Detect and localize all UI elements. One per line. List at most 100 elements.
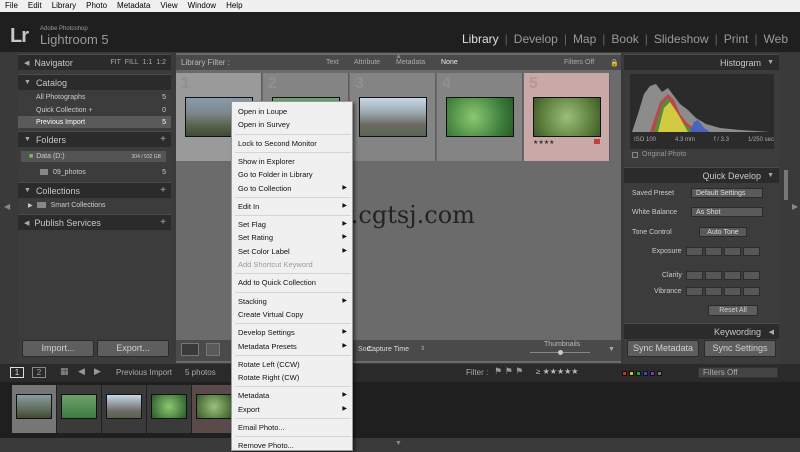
- filmstrip-filter-select[interactable]: Filters Off: [698, 367, 778, 378]
- monitor-1-button[interactable]: 1: [10, 367, 24, 378]
- grid-cell-rejected[interactable]: 5 ★★★★: [524, 73, 610, 161]
- filmstrip-thumbnail[interactable]: [16, 394, 52, 419]
- exposure-increase-large[interactable]: [743, 246, 760, 256]
- saved-preset-select[interactable]: Default Settings: [691, 188, 763, 198]
- monitor-2-button[interactable]: 2: [32, 367, 46, 378]
- filter-text[interactable]: Text: [326, 59, 339, 66]
- quick-develop-header[interactable]: Quick Develop ▼: [624, 167, 779, 183]
- catalog-item-quick-collection[interactable]: Quick Collection +0: [18, 104, 171, 116]
- histogram-header[interactable]: Histogram ▼: [624, 54, 779, 70]
- zoom-1-1[interactable]: 1:1: [143, 59, 153, 66]
- auto-tone-button[interactable]: Auto Tone: [699, 227, 747, 237]
- photo-thumbnail[interactable]: [446, 97, 514, 137]
- zoom-fill[interactable]: FILL: [125, 59, 139, 66]
- menu-item-open-in-survey[interactable]: Open in Survey: [232, 118, 354, 131]
- chevron-updown-icon[interactable]: ⇕: [420, 345, 425, 352]
- menu-item-add-to-quick-collection[interactable]: Add to Quick Collection: [232, 276, 354, 289]
- clarity-decrease[interactable]: [705, 270, 722, 280]
- catalog-item-all-photographs[interactable]: All Photographs 5: [18, 91, 171, 103]
- filter-metadata[interactable]: Metadata: [396, 59, 425, 66]
- volume-data-drive[interactable]: ■ Data (D:) 304 / 932 GB: [21, 151, 166, 162]
- menu-item-metadata-presets[interactable]: Metadata Presets ▶: [232, 340, 354, 353]
- filmstrip-source[interactable]: Previous Import: [116, 368, 172, 377]
- reset-all-button[interactable]: Reset All: [708, 305, 758, 316]
- color-label-filter[interactable]: [622, 369, 664, 378]
- star-rating[interactable]: ★★★★: [533, 139, 555, 146]
- keywording-header[interactable]: Keywording ◀: [624, 323, 779, 339]
- menu-item-rotate-right-cw[interactable]: Rotate Right (CW): [232, 371, 354, 384]
- menu-item-rotate-left-ccw[interactable]: Rotate Left (CCW): [232, 358, 354, 371]
- grid-cell[interactable]: 4: [437, 73, 523, 161]
- smart-collections-item[interactable]: ▶ Smart Collections: [18, 199, 171, 211]
- loupe-view-icon[interactable]: [206, 343, 220, 356]
- filmstrip-cell[interactable]: [12, 385, 56, 433]
- module-library[interactable]: Library: [456, 32, 505, 46]
- menu-file[interactable]: File: [0, 0, 23, 12]
- right-collapse-icon[interactable]: ▶: [792, 202, 798, 211]
- folder-09-photos[interactable]: 09_photos 5: [18, 166, 171, 178]
- menu-photo[interactable]: Photo: [81, 0, 112, 12]
- exposure-decrease-large[interactable]: [686, 246, 703, 256]
- slider-handle[interactable]: [558, 350, 563, 355]
- module-slideshow[interactable]: Slideshow: [648, 32, 715, 46]
- filmstrip-thumbnail[interactable]: [106, 394, 142, 419]
- rating-filter-stars[interactable]: ≥ ★★★★★: [536, 367, 578, 376]
- menu-item-go-to-collection[interactable]: Go to Collection ▶: [232, 182, 354, 195]
- module-map[interactable]: Map: [567, 32, 602, 46]
- menu-item-remove-photo[interactable]: Remove Photo...: [232, 439, 354, 452]
- filmstrip-cell-rejected[interactable]: [192, 385, 236, 433]
- filmstrip-cell[interactable]: [147, 385, 191, 433]
- histogram[interactable]: ISO 100 4.3 mm f / 3.3 1/250 sec: [630, 74, 774, 149]
- collections-header[interactable]: ▼ Collections +: [18, 182, 171, 198]
- menu-item-set-color-label[interactable]: Set Color Label ▶: [232, 245, 354, 258]
- menu-item-lock-to-second-monitor[interactable]: Lock to Second Monitor: [232, 137, 354, 150]
- filmstrip-cell[interactable]: [57, 385, 101, 433]
- toolbar-menu-chevron-icon[interactable]: ▼: [608, 346, 615, 353]
- menu-item-export[interactable]: Export ▶: [232, 403, 354, 416]
- menu-item-email-photo[interactable]: Email Photo...: [232, 421, 354, 434]
- sync-metadata-button[interactable]: Sync Metadata: [627, 340, 699, 357]
- import-button[interactable]: Import...: [22, 340, 94, 357]
- grid-icon[interactable]: ▦: [60, 366, 69, 377]
- checkbox[interactable]: [632, 151, 638, 158]
- filmstrip-thumbnail[interactable]: [151, 394, 187, 419]
- grid-cell[interactable]: 3: [350, 73, 436, 161]
- add-folder-icon[interactable]: +: [160, 134, 166, 145]
- catalog-header[interactable]: ▼ Catalog: [18, 74, 171, 90]
- menu-item-develop-settings[interactable]: Develop Settings ▶: [232, 326, 354, 339]
- filter-none[interactable]: None: [441, 59, 458, 66]
- add-collection-icon[interactable]: +: [160, 185, 166, 196]
- clarity-decrease-large[interactable]: [686, 270, 703, 280]
- forward-arrow-icon[interactable]: ▶: [94, 366, 101, 377]
- module-develop[interactable]: Develop: [508, 32, 564, 46]
- clarity-increase[interactable]: [724, 270, 741, 280]
- navigator-header[interactable]: ◀ Navigator FIT FILL 1:1 1:2: [18, 54, 171, 70]
- back-arrow-icon[interactable]: ◀: [78, 366, 85, 377]
- menu-item-set-flag[interactable]: Set Flag ▶: [232, 218, 354, 231]
- publish-services-header[interactable]: ◀ Publish Services +: [18, 214, 171, 230]
- left-collapse-icon[interactable]: ◀: [4, 202, 10, 211]
- module-web[interactable]: Web: [758, 32, 794, 46]
- vibrance-decrease[interactable]: [705, 286, 722, 296]
- add-publish-icon[interactable]: +: [160, 217, 166, 228]
- zoom-fit[interactable]: FIT: [110, 59, 121, 66]
- menu-help[interactable]: Help: [221, 0, 247, 12]
- exposure-decrease[interactable]: [705, 246, 722, 256]
- original-photo-toggle[interactable]: Original Photo: [632, 151, 686, 158]
- module-book[interactable]: Book: [605, 32, 644, 46]
- white-balance-select[interactable]: As Shot: [691, 207, 763, 217]
- lock-icon[interactable]: 🔒: [610, 59, 619, 67]
- filmstrip-thumbnail[interactable]: [61, 394, 97, 419]
- zoom-1-2[interactable]: 1:2: [156, 59, 166, 66]
- folders-header[interactable]: ▼ Folders +: [18, 131, 171, 147]
- vibrance-increase[interactable]: [724, 286, 741, 296]
- menu-item-create-virtual-copy[interactable]: Create Virtual Copy: [232, 308, 354, 321]
- exposure-increase[interactable]: [724, 246, 741, 256]
- sync-settings-button[interactable]: Sync Settings: [704, 340, 776, 357]
- photo-thumbnail[interactable]: [533, 97, 601, 137]
- menu-window[interactable]: Window: [183, 0, 221, 12]
- module-print[interactable]: Print: [718, 32, 755, 46]
- menu-item-edit-in[interactable]: Edit In ▶: [232, 200, 354, 213]
- filmstrip-cell[interactable]: [102, 385, 146, 433]
- reject-flag-icon[interactable]: [594, 139, 600, 144]
